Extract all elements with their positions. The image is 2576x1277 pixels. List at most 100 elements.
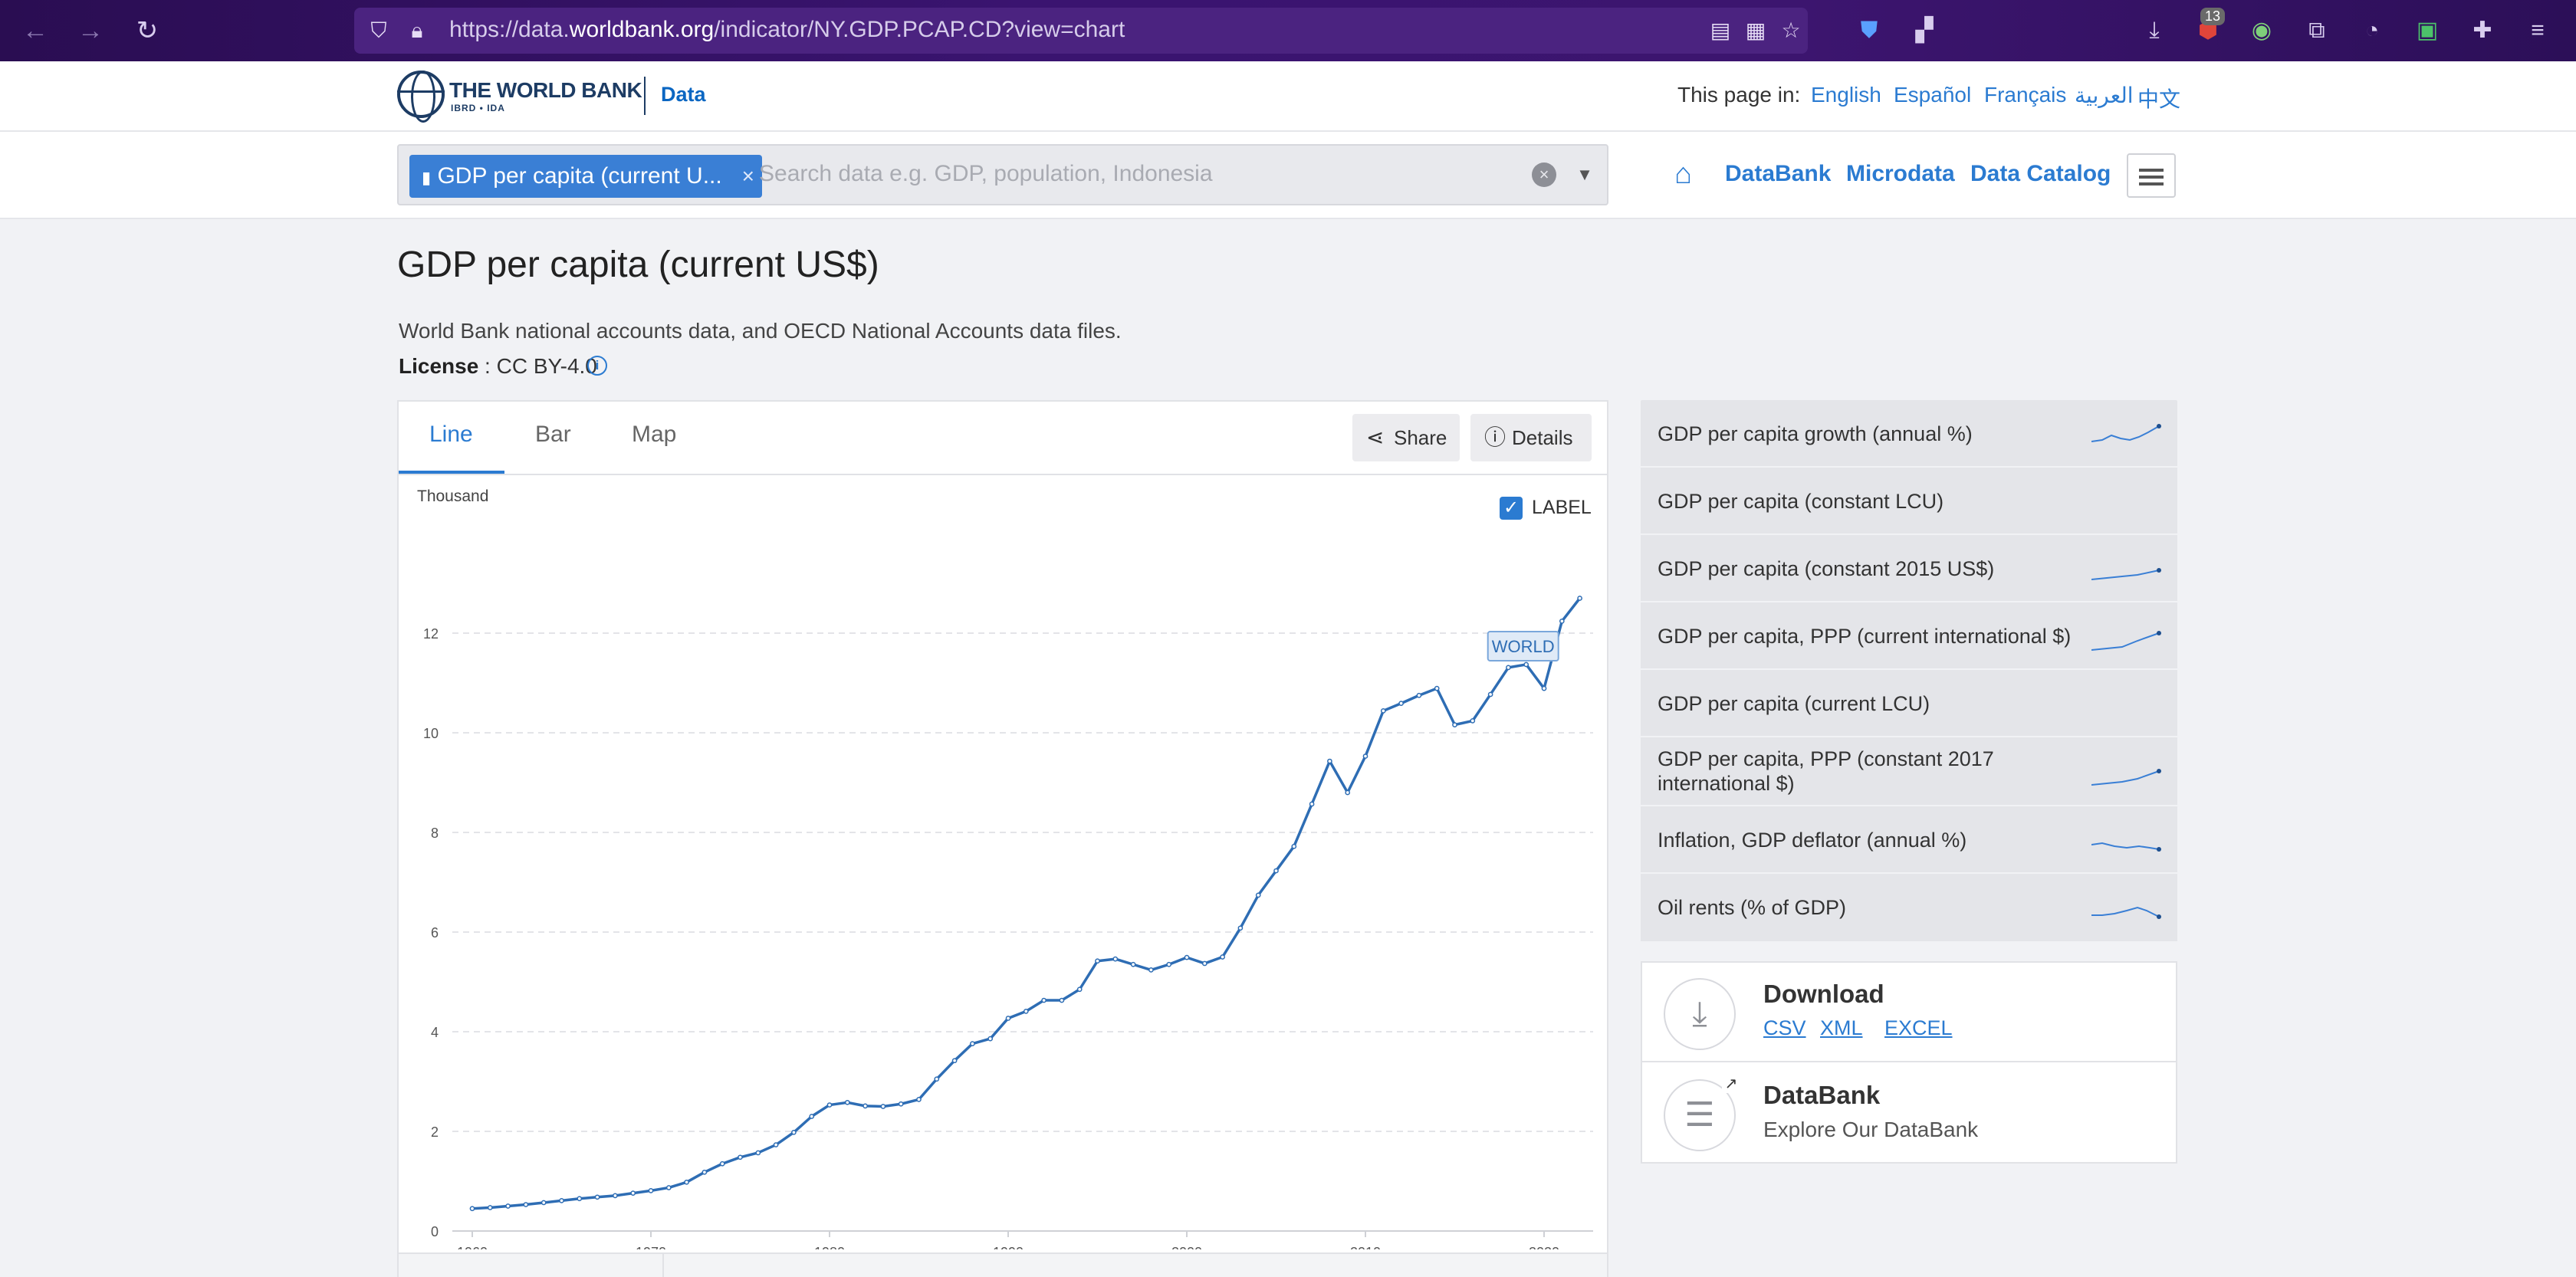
related-indicator-label: GDP per capita (constant 2015 US$) xyxy=(1658,557,1995,580)
share-button[interactable]: ⋖ Share xyxy=(1352,414,1460,461)
tab-map[interactable]: Map xyxy=(632,422,676,448)
download-panel: ⤓ Download CSV XML EXCEL ☰ ↗ DataBank Ex… xyxy=(1641,961,2177,1164)
data-point xyxy=(1148,967,1154,973)
sparkline xyxy=(2091,424,2161,442)
nav-databank[interactable]: DataBank xyxy=(1725,161,1831,187)
details-button[interactable]: ⓘ Details xyxy=(1470,414,1592,461)
language-chinese[interactable]: 中文 xyxy=(2137,83,2180,113)
bookmark-star-icon[interactable]: ☆ xyxy=(1779,18,1803,43)
search-box[interactable]: ▮ GDP per capita (current U... × Search … xyxy=(397,144,1608,205)
share-label: Share xyxy=(1394,426,1447,449)
selected-indicator-chip[interactable]: ▮ GDP per capita (current U... × xyxy=(409,155,762,198)
related-indicator-item[interactable]: GDP per capita (current LCU) xyxy=(1641,670,2177,737)
menu-bar xyxy=(2139,169,2164,172)
related-indicator-item[interactable]: GDP per capita (constant LCU) xyxy=(1641,468,2177,535)
data-point xyxy=(1398,701,1404,706)
url-host: worldbank.org xyxy=(569,17,715,42)
extension-grid-icon[interactable]: ▞ xyxy=(1909,15,1940,46)
world-bank-globe-icon[interactable] xyxy=(397,71,445,123)
chart-tabs: Line Bar Map ⋖ Share ⓘ Details xyxy=(399,402,1607,475)
shield-icon[interactable]: ⛉ xyxy=(366,18,391,43)
timer-icon[interactable]: ◔ xyxy=(2357,15,2387,46)
home-icon[interactable]: ⌂ xyxy=(1674,158,1707,190)
data-point xyxy=(898,1101,904,1107)
download-excel-link[interactable]: EXCEL xyxy=(1884,1016,1953,1040)
info-circle-icon: ⓘ xyxy=(1484,425,1506,449)
nav-microdata[interactable]: Microdata xyxy=(1846,161,1955,187)
globe-extension-icon[interactable]: ◉ xyxy=(2246,15,2277,46)
url-prefix: https://data. xyxy=(449,17,570,42)
menu-bar xyxy=(2139,176,2164,179)
logo-divider xyxy=(644,77,646,115)
excel-extension-icon[interactable]: ▣ xyxy=(2412,15,2443,46)
y-tick-label: 0 xyxy=(431,1224,439,1239)
related-indicator-item[interactable]: Oil rents (% of GDP) xyxy=(1641,874,2177,943)
related-indicator-item[interactable]: GDP per capita (constant 2015 US$) xyxy=(1641,535,2177,602)
related-indicator-item[interactable]: Inflation, GDP deflator (annual %) xyxy=(1641,806,2177,874)
data-point xyxy=(684,1179,689,1185)
data-point xyxy=(916,1097,922,1102)
related-indicator-item[interactable]: GDP per capita, PPP (constant 2017 inter… xyxy=(1641,737,2177,806)
databank-title[interactable]: DataBank xyxy=(1763,1081,1880,1110)
search-input[interactable]: Search data e.g. GDP, population, Indone… xyxy=(759,161,1213,187)
x-tick-label: 1980 xyxy=(814,1245,845,1249)
grid-extension-icon[interactable]: ▦ xyxy=(1743,18,1768,43)
tab-line[interactable]: Line xyxy=(429,422,473,448)
forward-arrow-icon[interactable]: → xyxy=(74,14,107,48)
related-indicator-label: Oil rents (% of GDP) xyxy=(1658,896,1847,919)
back-arrow-icon[interactable]: ← xyxy=(18,14,52,48)
bitwarden-icon[interactable]: ⛊ xyxy=(1854,15,1884,46)
license-value: : CC BY-4.0 xyxy=(478,354,597,378)
extension-badge: 13 xyxy=(2200,8,2226,25)
language-english[interactable]: English xyxy=(1811,83,1881,107)
related-indicator-label: GDP per capita, PPP (current internation… xyxy=(1658,625,2072,648)
download-tray-icon: ⤓ xyxy=(1664,978,1736,1050)
screenshot-icon[interactable]: ⧉ xyxy=(2302,15,2332,46)
download-xml-link[interactable]: XML xyxy=(1820,1016,1863,1040)
data-point xyxy=(738,1154,743,1160)
data-point xyxy=(487,1205,493,1210)
data-point xyxy=(523,1202,529,1207)
info-icon[interactable]: i xyxy=(587,356,607,376)
tab-bar[interactable]: Bar xyxy=(535,422,571,448)
download-csv-link[interactable]: CSV xyxy=(1763,1016,1806,1040)
hamburger-menu-icon[interactable]: ≡ xyxy=(2522,15,2553,46)
data-point xyxy=(559,1198,564,1203)
download-icon[interactable]: ⤓ xyxy=(2139,15,2170,46)
data-point xyxy=(1059,997,1065,1003)
data-point xyxy=(1023,1009,1029,1014)
language-arabic[interactable]: العربية xyxy=(2075,83,2134,108)
logo-text[interactable]: THE WORLD BANK xyxy=(449,78,642,103)
reader-view-icon[interactable]: ▤ xyxy=(1708,18,1733,43)
chevron-down-icon[interactable]: ▼ xyxy=(1573,162,1596,187)
y-tick-label: 6 xyxy=(431,925,439,941)
related-indicator-item[interactable]: GDP per capita growth (annual %) xyxy=(1641,400,2177,468)
section-data-link[interactable]: Data xyxy=(661,83,706,107)
language-espanol[interactable]: Español xyxy=(1894,83,1971,107)
lock-icon[interactable]: 🔒︎ xyxy=(405,18,429,43)
share-icon: ⋖ xyxy=(1366,425,1385,449)
address-bar[interactable]: ⛉ 🔒︎ https://data.worldbank.org/indicato… xyxy=(354,8,1808,54)
data-point xyxy=(880,1104,886,1109)
nav-data-catalog[interactable]: Data Catalog xyxy=(1970,161,2111,187)
related-indicators: GDP per capita growth (annual %) GDP per … xyxy=(1641,400,2177,943)
sparkline-endpoint xyxy=(2157,631,2161,635)
data-point xyxy=(1470,718,1476,724)
chip-remove-icon[interactable]: × xyxy=(742,155,754,198)
language-francais[interactable]: Français xyxy=(1984,83,2066,107)
menu-button[interactable] xyxy=(2127,153,2176,198)
data-point xyxy=(1237,925,1244,931)
databank-row[interactable]: ☰ ↗ DataBank Explore Our DataBank xyxy=(1642,1064,2176,1164)
sparkline-path xyxy=(2091,842,2160,850)
clear-search-icon[interactable]: × xyxy=(1532,162,1556,187)
sparkline-path xyxy=(2091,770,2160,786)
reload-icon[interactable]: ↻ xyxy=(130,14,164,48)
data-point xyxy=(1327,758,1332,764)
related-indicator-item[interactable]: GDP per capita, PPP (current internation… xyxy=(1641,602,2177,670)
extensions-puzzle-icon[interactable]: ✚ xyxy=(2467,15,2498,46)
data-point xyxy=(594,1194,600,1200)
y-tick-label: 4 xyxy=(431,1025,439,1040)
data-point xyxy=(1380,708,1386,714)
sparkline-path xyxy=(2091,906,2160,918)
data-point xyxy=(1112,956,1119,962)
